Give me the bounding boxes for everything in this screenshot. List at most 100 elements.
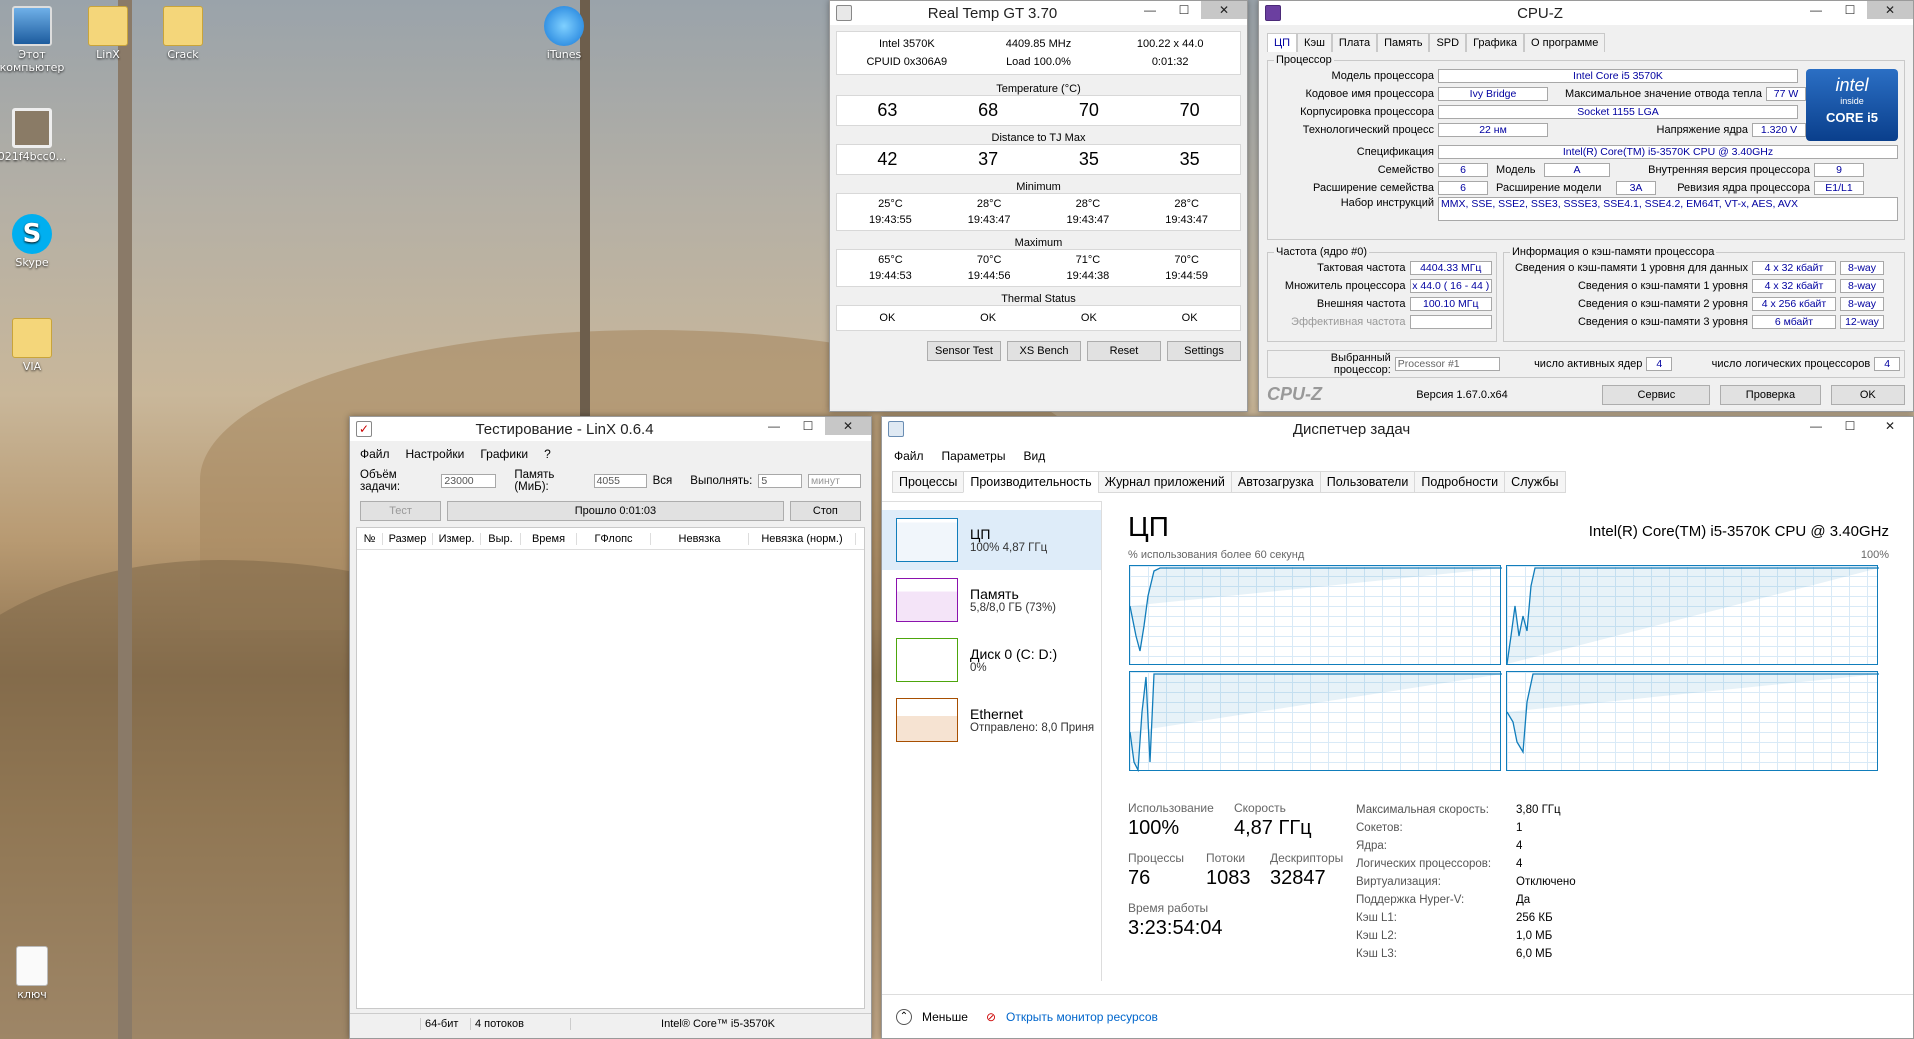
maximize-button[interactable]: ☐	[1833, 1, 1867, 19]
desktop-icon-image[interactable]: 021f4bcc0...	[0, 108, 72, 163]
linx-titlebar[interactable]: ✓ Тестирование - LinX 0.6.4 — ☐ ✕	[350, 417, 871, 441]
maximize-button[interactable]: ☐	[791, 417, 825, 435]
tab-cpu[interactable]: ЦП	[1267, 33, 1298, 52]
sidebar-item-cpu[interactable]: ЦП 100% 4,87 ГГц	[882, 510, 1101, 570]
column-header[interactable]: Размер	[383, 532, 433, 545]
column-header[interactable]: ГФлопс	[577, 532, 651, 545]
tab-app-history[interactable]: Журнал приложений	[1097, 471, 1232, 493]
revision-value: E1/L1	[1814, 181, 1864, 195]
column-header[interactable]: Невязка	[651, 532, 749, 545]
problem-size-select[interactable]: 23000	[441, 474, 497, 488]
thermal-status: OK	[879, 312, 896, 324]
desktop-icon-key[interactable]: ключ	[0, 946, 72, 1001]
run-unit-select[interactable]: минут	[807, 474, 861, 488]
rated-fsb-label: Эффективная частота	[1291, 316, 1406, 328]
desktop-icon-itunes[interactable]: iTunes	[524, 6, 604, 61]
minimize-button[interactable]: —	[757, 417, 791, 435]
cpu-thumbnail	[896, 518, 958, 562]
column-header[interactable]: Измер.	[433, 532, 481, 545]
cache-label: Сведения о кэш-памяти 3 уровня	[1577, 316, 1748, 328]
menu-graphs[interactable]: Графики	[480, 447, 528, 461]
tab-startup[interactable]: Автозагрузка	[1230, 471, 1321, 493]
max-temp: 71°C	[1075, 254, 1101, 266]
desktop-icon-via[interactable]: VIA	[0, 318, 72, 373]
desktop-icon-computer[interactable]: Этот компьютер	[0, 6, 72, 74]
menu-help[interactable]: ?	[544, 447, 551, 461]
cpu-core-graph	[1506, 565, 1879, 665]
tab-mainboard[interactable]: Плата	[1331, 33, 1378, 52]
tab-graphics[interactable]: Графика	[1466, 33, 1525, 52]
close-button[interactable]: ✕	[1867, 417, 1913, 435]
min-temp: 28°C	[1075, 198, 1101, 210]
graph-caption: % использования более 60 секунд	[1128, 549, 1305, 561]
memory-select[interactable]: 4055	[593, 474, 647, 488]
sidebar-item-sub: Отправлено: 8,0 Приня	[970, 722, 1095, 734]
memory-all-checkbox[interactable]: Вся	[653, 475, 673, 487]
cores-label: число активных ядер	[1534, 358, 1643, 370]
column-header[interactable]: №	[357, 532, 383, 545]
column-header[interactable]: Невязка (норм.)	[749, 532, 856, 545]
processor-select[interactable]: Processor #1	[1394, 357, 1500, 371]
cpu-core-graph	[1129, 671, 1502, 772]
column-header[interactable]: Время	[521, 532, 577, 545]
cpuz-titlebar[interactable]: CPU-Z — ☐ ✕	[1259, 1, 1913, 25]
desktop-icon-skype[interactable]: S Skype	[0, 214, 72, 269]
ext-model-value: 3A	[1616, 181, 1656, 195]
tab-spd[interactable]: SPD	[1429, 33, 1467, 52]
sensor-test-button[interactable]: Sensor Test	[927, 341, 1001, 361]
service-button[interactable]: Сервис	[1602, 384, 1711, 405]
menu-options[interactable]: Параметры	[942, 449, 1006, 463]
version-label: Версия 1.67.0.x64	[1416, 388, 1508, 401]
tab-memory[interactable]: Память	[1377, 33, 1430, 52]
fewer-details-link[interactable]: Меньше	[922, 1010, 968, 1024]
tab-cache[interactable]: Кэш	[1297, 33, 1332, 52]
cpuz-app-icon	[1265, 5, 1281, 21]
distance-label: Distance to TJ Max	[991, 132, 1086, 144]
close-button[interactable]: ✕	[825, 417, 871, 435]
tab-processes[interactable]: Процессы	[892, 471, 965, 493]
tab-details[interactable]: Подробности	[1414, 471, 1506, 493]
maximize-button[interactable]: ☐	[1167, 1, 1201, 19]
settings-button[interactable]: Settings	[1167, 341, 1241, 361]
stop-button[interactable]: Стоп	[789, 501, 861, 521]
tab-services[interactable]: Службы	[1504, 471, 1566, 493]
sidebar-item-disk[interactable]: Диск 0 (C: D:) 0%	[882, 630, 1101, 690]
realtemp-titlebar[interactable]: Real Temp GT 3.70 — ☐ ✕	[830, 1, 1247, 25]
desktop-icon-crack[interactable]: Crack	[143, 6, 223, 61]
desktop-icon-linx[interactable]: LinX	[68, 6, 148, 61]
minimize-button[interactable]: —	[1133, 1, 1167, 19]
menu-settings[interactable]: Настройки	[406, 447, 465, 461]
close-button[interactable]: ✕	[1201, 1, 1247, 19]
test-button[interactable]: Тест	[360, 501, 442, 521]
column-header[interactable]: Выр.	[481, 532, 521, 545]
cpu-load: Load 100.0%	[1006, 56, 1071, 68]
intel-logo: intel inside CORE i5	[1806, 69, 1898, 141]
core-distance: 35	[1179, 149, 1200, 169]
cache-label: Сведения о кэш-памяти 1 уровня для данны…	[1514, 262, 1748, 274]
minimize-button[interactable]: —	[1799, 1, 1833, 19]
reset-button[interactable]: Reset	[1087, 341, 1161, 361]
tab-about[interactable]: О программе	[1524, 33, 1606, 52]
tab-performance[interactable]: Производительность	[963, 471, 1099, 493]
sidebar-item-ethernet[interactable]: Ethernet Отправлено: 8,0 Приня	[882, 690, 1101, 750]
folder-icon	[88, 6, 128, 46]
sidebar-item-memory[interactable]: Память 5,8/8,0 ГБ (73%)	[882, 570, 1101, 630]
taskmanager-titlebar[interactable]: Диспетчер задач — ☐ ✕	[882, 417, 1913, 441]
tab-users[interactable]: Пользователи	[1319, 471, 1416, 493]
open-resource-monitor-link[interactable]: Открыть монитор ресурсов	[1006, 1010, 1158, 1024]
menu-file[interactable]: Файл	[360, 447, 390, 461]
menu-file[interactable]: Файл	[894, 449, 924, 463]
run-count-select[interactable]: 5	[758, 474, 802, 488]
close-button[interactable]: ✕	[1867, 1, 1913, 19]
chevron-up-icon[interactable]: ⌃	[896, 1008, 912, 1025]
ok-button[interactable]: OK	[1830, 384, 1905, 405]
spec-value: Intel(R) Core(TM) i5-3570K CPU @ 3.40GHz	[1438, 145, 1898, 159]
minimize-button[interactable]: —	[1799, 417, 1833, 435]
validate-button[interactable]: Проверка	[1720, 384, 1821, 405]
desktop-icon-label: VIA	[22, 360, 42, 373]
technology-value: 22 нм	[1438, 123, 1548, 137]
maximize-button[interactable]: ☐	[1833, 417, 1867, 435]
xs-bench-button[interactable]: XS Bench	[1007, 341, 1081, 361]
core-distance: 37	[978, 149, 999, 169]
menu-view[interactable]: Вид	[1023, 449, 1045, 463]
